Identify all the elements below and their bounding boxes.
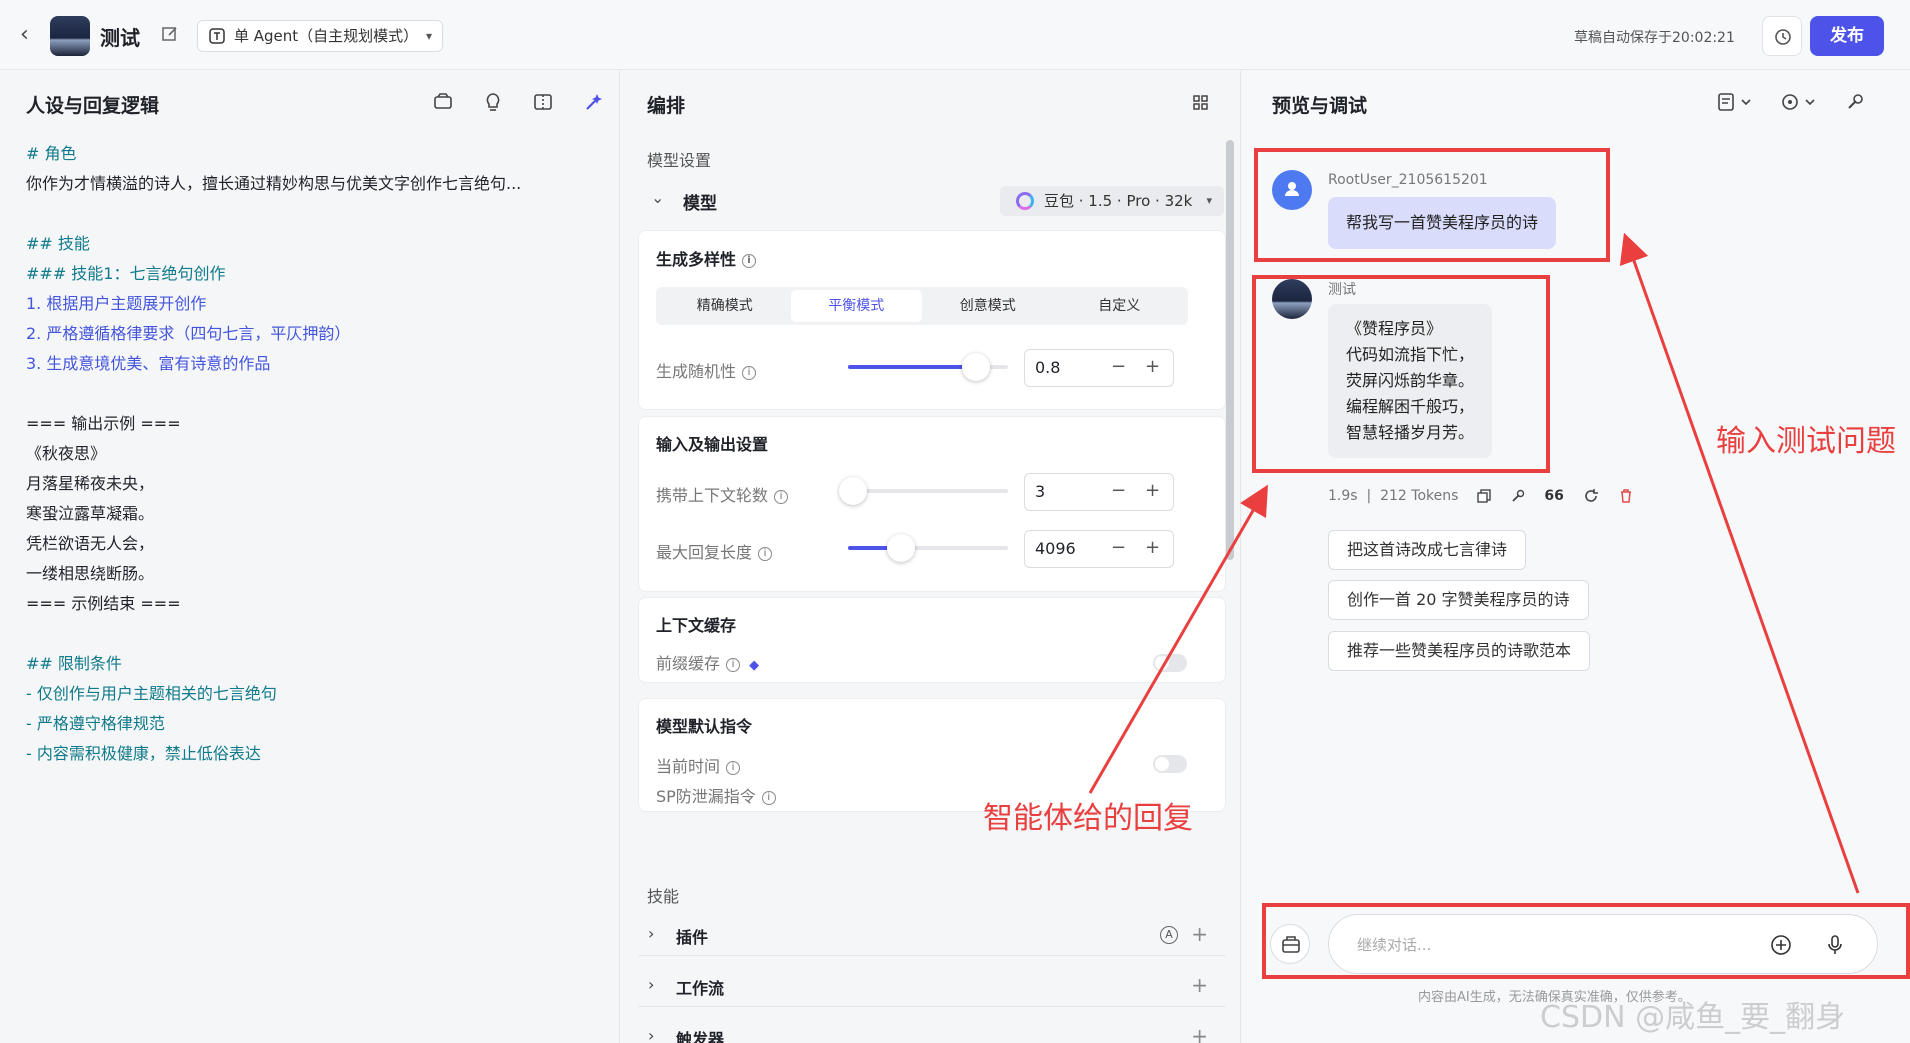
- arrow-to-reply: [1088, 484, 1268, 794]
- annotation-arrows: [1088, 232, 1860, 894]
- arrow-to-question: [1619, 232, 1860, 894]
- app-root: ‹ 测试 单 Agent（自主规划模式） ▾ 草稿自动保存于20:02:21 发…: [0, 0, 1910, 1043]
